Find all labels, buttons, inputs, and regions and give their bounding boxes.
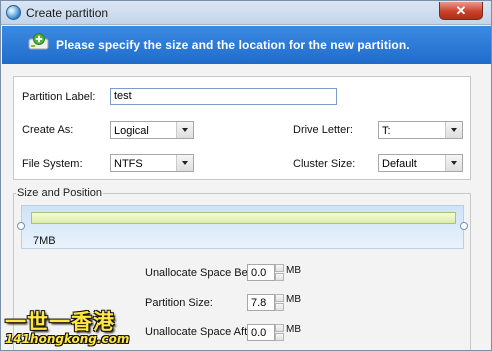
- add-drive-icon: [28, 33, 49, 50]
- spin-down-icon[interactable]: [275, 333, 284, 341]
- partition-size-stepper[interactable]: [275, 294, 284, 311]
- partition-label-input[interactable]: test: [110, 88, 337, 105]
- cluster-size-label: Cluster Size:: [293, 158, 356, 170]
- close-button[interactable]: ✕: [439, 2, 483, 20]
- chevron-down-icon[interactable]: [176, 122, 193, 138]
- partition-bar[interactable]: [31, 212, 456, 224]
- create-as-label: Create As:: [22, 124, 74, 136]
- unallocated-before-input[interactable]: 0.0: [247, 264, 275, 281]
- partition-label-label: Partition Label:: [22, 91, 96, 103]
- size-and-position-title: Size and Position: [16, 187, 103, 199]
- app-icon: [6, 5, 21, 20]
- spin-up-icon[interactable]: [275, 264, 284, 272]
- partition-size-input[interactable]: 7.8: [247, 294, 275, 311]
- title-bar[interactable]: Create partition ✕: [1, 1, 491, 25]
- unallocated-after-label: Unallocate Space After:: [145, 326, 260, 338]
- unallocated-before-stepper[interactable]: [275, 264, 284, 281]
- chevron-down-icon[interactable]: [176, 155, 193, 171]
- site-watermark: 一世一香港 141hongkong.com: [1, 304, 131, 350]
- watermark-site-url: 141hongkong.com: [5, 332, 130, 346]
- partition-bar-size: 7MB: [33, 235, 56, 247]
- unallocated-after-input[interactable]: 0.0: [247, 324, 275, 341]
- right-resize-handle[interactable]: [460, 222, 468, 230]
- header-banner: Please specify the size and the location…: [2, 26, 491, 64]
- spin-up-icon[interactable]: [275, 324, 284, 332]
- chevron-down-icon[interactable]: [445, 155, 462, 171]
- spin-down-icon[interactable]: [275, 273, 284, 281]
- drive-letter-label: Drive Letter:: [293, 124, 353, 136]
- unallocated-after-unit: MB: [286, 324, 301, 335]
- cluster-size-value: Default: [382, 158, 417, 170]
- file-system-select[interactable]: NTFS: [110, 154, 194, 172]
- create-as-select[interactable]: Logical: [110, 121, 194, 139]
- window-title: Create partition: [26, 6, 109, 20]
- banner-instruction: Please specify the size and the location…: [56, 38, 410, 52]
- file-system-label: File System:: [22, 158, 83, 170]
- partition-size-unit: MB: [286, 294, 301, 305]
- create-partition-window: Create partition ✕ Please specify the si…: [0, 0, 492, 351]
- file-system-value: NTFS: [114, 158, 143, 170]
- drive-letter-select[interactable]: T:: [378, 121, 463, 139]
- spin-down-icon[interactable]: [275, 303, 284, 311]
- partition-size-label: Partition Size:: [145, 297, 213, 309]
- cluster-size-select[interactable]: Default: [378, 154, 463, 172]
- unallocated-before-unit: MB: [286, 265, 301, 276]
- drive-letter-value: T:: [382, 125, 391, 137]
- left-resize-handle[interactable]: [17, 222, 25, 230]
- partition-properties-panel: Partition Label: test Create As: Logical…: [13, 76, 471, 180]
- create-as-value: Logical: [114, 125, 149, 137]
- chevron-down-icon[interactable]: [445, 122, 462, 138]
- spin-up-icon[interactable]: [275, 294, 284, 302]
- partition-map[interactable]: 7MB: [21, 205, 464, 249]
- unallocated-after-stepper[interactable]: [275, 324, 284, 341]
